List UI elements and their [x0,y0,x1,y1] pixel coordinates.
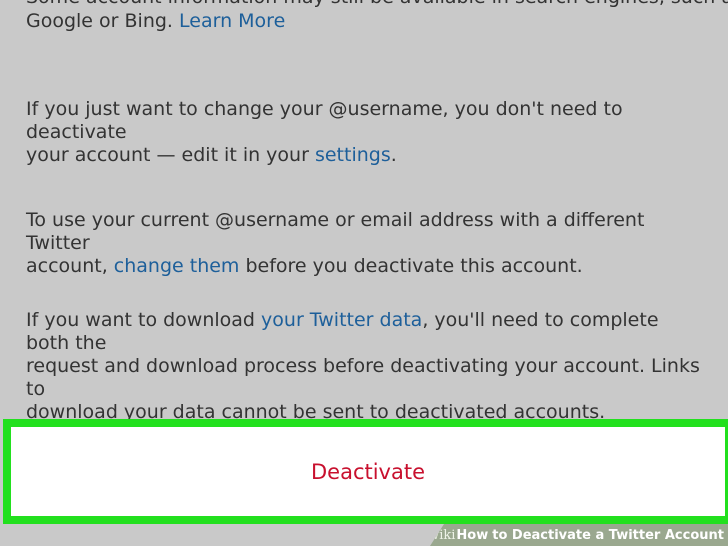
watermark-how: How [456,527,489,543]
watermark-title: to Deactivate a Twitter Account [492,527,724,543]
settings-link[interactable]: settings [315,144,391,166]
change-email-paragraph: To use your current @username or email a… [26,209,706,278]
deactivate-button-label: Deactivate [310,459,426,484]
search-engines-line-2: Google or Bing. [26,10,180,32]
change-email-line-1: To use your current @username or email a… [26,209,645,254]
watermark-wiki: wiki [428,527,456,543]
search-engines-line-cut: Some account information may still be av… [26,0,728,9]
download-data-paragraph: If you want to download your Twitter dat… [26,309,706,424]
change-username-line-2-suffix: . [390,144,397,166]
download-data-line-2: request and download process before deac… [26,355,700,400]
twitter-data-link[interactable]: your Twitter data [261,309,422,331]
learn-more-link[interactable]: Learn More [179,10,285,32]
change-username-line-1: If you just want to change your @usernam… [26,98,623,143]
change-username-line-2-prefix: your account — edit it in your [26,144,315,166]
change-email-line-2-prefix: account, [26,255,114,277]
change-email-line-2-suffix: before you deactivate this account. [239,255,583,277]
change-them-link[interactable]: change them [114,255,240,277]
change-username-paragraph: If you just want to change your @usernam… [26,98,706,167]
deactivate-button[interactable]: Deactivate [3,419,728,524]
wikihow-watermark: wiki How to Deactivate a Twitter Account [430,524,728,546]
download-data-line-1-prefix: If you want to download [26,309,262,331]
